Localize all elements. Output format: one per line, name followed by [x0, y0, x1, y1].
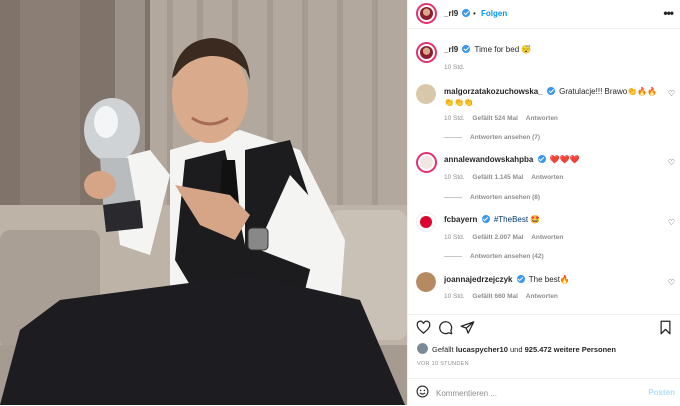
reply-button[interactable]: Antworten [526, 293, 558, 300]
comment-likes[interactable]: Gefällt 2.007 Mal [472, 234, 523, 241]
liker-avatar[interactable] [417, 343, 428, 354]
verified-badge-icon [462, 45, 471, 53]
comment-2: annalewandowskahpba ❤️❤️❤️ [444, 155, 580, 164]
comment-icon[interactable] [438, 320, 453, 335]
caption-line: _rl9 Time for bed 😴 [444, 45, 531, 54]
comment-like-icon[interactable]: ♡ [668, 278, 675, 287]
comment-avatar[interactable] [416, 212, 436, 232]
verified-badge-icon [481, 215, 490, 223]
comment-likes[interactable]: Gefällt 1.145 Mal [472, 174, 523, 181]
comment-likes[interactable]: Gefällt 660 Mal [472, 293, 518, 300]
header-separator: • [473, 9, 476, 18]
post-detail-panel: _rl9 • Folgen ••• _rl9 Time for bed 😴 10… [407, 0, 680, 405]
comment-time: 10 Std. [444, 234, 465, 241]
comment-username[interactable]: fcbayern [444, 215, 477, 224]
caption-time: 10 Std. [444, 64, 465, 71]
posted-ago[interactable]: VOR 10 STUNDEN [417, 361, 469, 367]
reply-button[interactable]: Antworten [531, 234, 563, 241]
comment-meta: 10 Std. Gefällt 524 Mal Antworten [444, 115, 564, 122]
likes-summary[interactable]: Gefällt lucaspycher10 und 925.472 weiter… [432, 345, 616, 354]
liker-username[interactable]: lucaspycher10 [456, 345, 508, 354]
author-avatar[interactable] [416, 3, 437, 24]
photo-illustration [0, 0, 407, 405]
comment-time: 10 Std. [444, 174, 465, 181]
paper-plane-icon[interactable] [460, 320, 475, 335]
author-username[interactable]: _rl9 [444, 9, 458, 18]
emoji-icon[interactable] [416, 385, 429, 398]
comment-username[interactable]: malgorzatakozuchowska_ [444, 87, 543, 96]
comment-meta: 10 Std. Gefällt 1.145 Mal Antworten [444, 174, 569, 181]
post-actions-bar [408, 314, 680, 339]
caption-text: Time for bed 😴 [474, 45, 532, 54]
caption-username[interactable]: _rl9 [444, 45, 458, 54]
comment-avatar[interactable] [416, 84, 436, 104]
comment-username[interactable]: joannajedrzejczyk [444, 275, 512, 284]
comment-like-icon[interactable]: ♡ [668, 218, 675, 227]
avatar [420, 216, 432, 228]
verified-badge-icon [546, 87, 555, 95]
heart-icon[interactable] [416, 320, 431, 335]
reply-button[interactable]: Antworten [531, 174, 563, 181]
comment-3: fcbayern #TheBest 🤩 [444, 215, 540, 224]
comment-time: 10 Std. [444, 115, 465, 122]
view-replies-button[interactable]: Antworten ansehen (42) [444, 253, 544, 260]
post-comment-button[interactable]: Posten [648, 388, 675, 397]
likes-middle: und [510, 345, 523, 354]
comment-text: The best🔥 [528, 275, 570, 284]
verified-badge-icon [516, 275, 525, 283]
comment-bar: Posten [408, 378, 680, 406]
comment-4: joannajedrzejczyk The best🔥 [444, 275, 570, 284]
reply-button[interactable]: Antworten [526, 115, 558, 122]
comment-like-icon[interactable]: ♡ [668, 89, 675, 98]
comment-text: ❤️❤️❤️ [549, 155, 580, 164]
likes-count[interactable]: 925.472 weitere Personen [525, 345, 616, 354]
bookmark-icon[interactable] [658, 320, 673, 335]
comment-time: 10 Std. [444, 293, 465, 300]
more-options-icon[interactable]: ••• [663, 6, 674, 20]
comment-input[interactable] [434, 385, 638, 401]
comment-avatar[interactable] [416, 152, 437, 173]
post-header: _rl9 • Folgen ••• [408, 0, 680, 29]
caption-avatar[interactable] [416, 42, 437, 63]
comment-username[interactable]: annalewandowskahpba [444, 155, 533, 164]
comment-meta: 10 Std. Gefällt 2.007 Mal Antworten [444, 234, 569, 241]
likes-prefix: Gefällt [432, 345, 454, 354]
avatar [416, 84, 436, 104]
verified-badge-icon [462, 9, 470, 17]
comment-likes[interactable]: Gefällt 524 Mal [472, 115, 518, 122]
avatar [416, 272, 436, 292]
comment-avatar[interactable] [416, 272, 436, 292]
avatar [417, 343, 428, 354]
comment-meta: 10 Std. Gefällt 660 Mal Antworten [444, 293, 564, 300]
comment-text[interactable]: #TheBest 🤩 [494, 215, 540, 224]
view-replies-button[interactable]: Antworten ansehen (7) [444, 134, 540, 141]
comment-like-icon[interactable]: ♡ [668, 158, 675, 167]
post-photo[interactable] [0, 0, 407, 405]
comment-1: malgorzatakozuchowska_ Gratulacje!!! Bra… [444, 86, 659, 108]
view-replies-button[interactable]: Antworten ansehen (8) [444, 194, 540, 201]
follow-button[interactable]: Folgen [481, 9, 507, 18]
avatar [420, 156, 433, 169]
verified-badge-icon [537, 155, 546, 163]
